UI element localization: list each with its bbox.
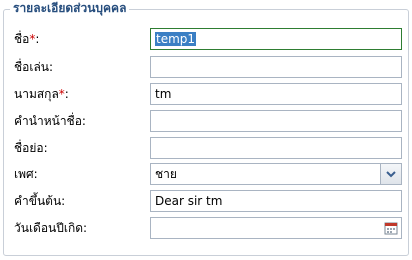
nickname-input[interactable]: [150, 56, 402, 78]
birth-date-label: วันเดือนปีเกิด:: [14, 221, 88, 235]
date-picker-button[interactable]: [382, 219, 400, 237]
last-name-input[interactable]: tm: [150, 83, 402, 105]
gender-row: เพศ: ชาย: [0, 163, 412, 185]
birth-date-row: วันเดือนปีเกิด:: [0, 217, 412, 239]
gender-select[interactable]: ชาย: [150, 163, 402, 185]
salutation-input[interactable]: Dear sir tm: [150, 190, 402, 212]
salutation-row: คำขึ้นต้น: Dear sir tm: [0, 190, 412, 212]
salutation-label: คำขึ้นต้น:: [14, 194, 66, 208]
first-name-label: ชื่อ*:: [14, 32, 40, 46]
first-name-row: ชื่อ*: temp1: [0, 28, 412, 50]
chevron-down-icon: [386, 171, 396, 178]
last-name-label: นามสกุล*:: [14, 87, 69, 101]
name-prefix-input[interactable]: [150, 110, 402, 132]
nickname-label: ชื่อเล่น:: [14, 60, 54, 74]
nickname-row: ชื่อเล่น:: [0, 56, 412, 78]
name-prefix-label: คำนำหน้าชื่อ:: [14, 114, 86, 128]
short-name-row: ชื่อย่อ:: [0, 137, 412, 159]
gender-dropdown-button[interactable]: [380, 164, 401, 184]
short-name-input[interactable]: [150, 137, 402, 159]
gender-label: เพศ:: [14, 167, 38, 181]
first-name-input[interactable]: temp1: [150, 28, 402, 50]
last-name-row: นามสกุล*: tm: [0, 83, 412, 105]
short-name-label: ชื่อย่อ:: [14, 141, 48, 155]
section-title: รายละเอียดส่วนบุคคล: [10, 0, 130, 16]
birth-date-input[interactable]: [150, 217, 402, 239]
name-prefix-row: คำนำหน้าชื่อ:: [0, 110, 412, 132]
gender-value: ชาย: [155, 167, 177, 181]
calendar-icon: [384, 222, 398, 235]
